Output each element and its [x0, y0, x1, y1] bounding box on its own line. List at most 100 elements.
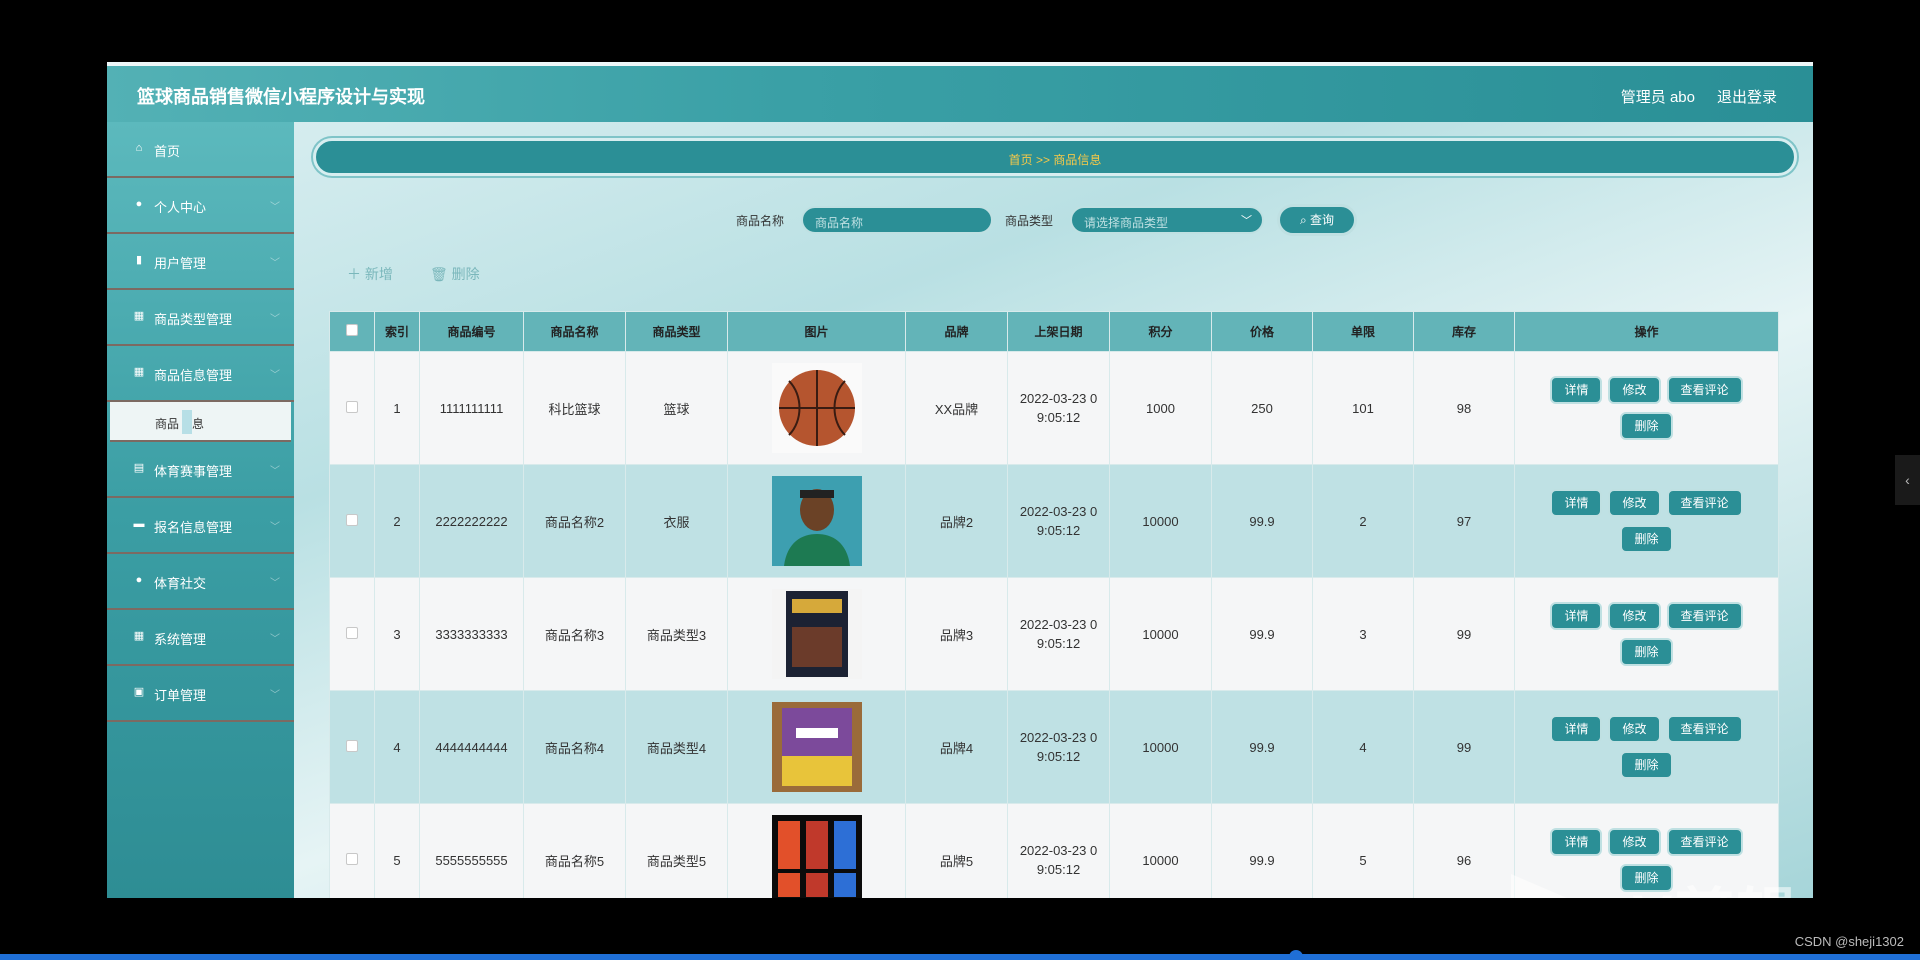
view-comments-button[interactable]: 查看评论	[1666, 602, 1743, 630]
grid-icon: ▦	[133, 310, 145, 322]
search-button[interactable]: ⌕ 查询	[1277, 204, 1357, 236]
brand-cell: 品牌4	[905, 690, 1008, 804]
sidebar-item-label: 商品类型管理	[154, 312, 233, 327]
index-cell: 5	[374, 803, 420, 898]
time-line: 9:05:12	[1036, 862, 1081, 877]
row-select[interactable]	[329, 464, 375, 578]
sidebar-item-system[interactable]: ▦ 系统管理 ﹀	[107, 610, 294, 666]
book-cover-image	[771, 702, 862, 792]
detail-button[interactable]: 详情	[1550, 828, 1603, 856]
points-cell: 10000	[1109, 690, 1212, 804]
delete-button[interactable]: 删除	[1620, 751, 1673, 779]
product-code-cell: 1111111111	[419, 351, 524, 465]
view-comments-button[interactable]: 查看评论	[1666, 489, 1743, 517]
table-header-row: 索引 商品编号 商品名称 商品类型 图片 品牌 上架日期 积分 价格 单限 库存…	[329, 311, 1779, 352]
checkbox[interactable]	[346, 626, 358, 639]
checkbox[interactable]	[346, 400, 358, 413]
checkbox[interactable]	[346, 513, 358, 526]
sidebar-item-registration[interactable]: ▬ 报名信息管理 ﹀	[107, 498, 294, 554]
sidebar-item-sports-social[interactable]: ● 体育社交 ﹀	[107, 554, 294, 610]
checkbox[interactable]	[346, 324, 358, 336]
view-comments-button[interactable]: 查看评论	[1666, 376, 1743, 404]
sidebar-item-label: 首页	[154, 144, 181, 159]
sidebar-item-label: 用户管理	[154, 256, 207, 271]
sidebar-subitem-product-info[interactable]: 商品 息	[110, 402, 291, 442]
product-code-cell: 2222222222	[419, 464, 524, 578]
product-type-cell: 商品类型4	[625, 690, 728, 804]
product-type-select[interactable]: 请选择商品类型 ﹀	[1070, 206, 1264, 234]
stock-cell: 99	[1413, 690, 1515, 804]
edit-button[interactable]: 修改	[1608, 828, 1661, 856]
view-comments-button[interactable]: 查看评论	[1666, 828, 1743, 856]
delete-button[interactable]: 删除	[1620, 638, 1673, 666]
operations-cell: 详情 修改 查看评论删除	[1514, 464, 1779, 578]
date-line: 2022-03-23 0	[1019, 504, 1098, 519]
video-frame: { "header": { "title": "篮球商品销售微信小程序设计与实现…	[0, 0, 1920, 960]
table-row: 1 1111111111 科比篮球 篮球 XX品牌 2022-03-23 0 9:05:12…	[329, 351, 1779, 465]
logout-link[interactable]: 退出登录	[1717, 86, 1777, 107]
column-header: 商品类型	[625, 311, 728, 352]
trash-icon: 🗑	[430, 266, 448, 282]
limit-cell: 2	[1312, 464, 1414, 578]
column-header: 图片	[727, 311, 906, 352]
price-cell: 250	[1211, 351, 1313, 465]
edit-button[interactable]: 修改	[1608, 376, 1661, 404]
date-line: 2022-03-23 0	[1019, 730, 1098, 745]
edit-button[interactable]: 修改	[1608, 489, 1661, 517]
sidebar-item-home[interactable]: ⌂ 首页	[107, 122, 294, 178]
sidebar-item-user-management[interactable]: ▮ 用户管理 ﹀	[107, 234, 294, 290]
index-cell: 3	[374, 577, 420, 691]
sidebar-item-label: 体育社交	[154, 576, 207, 591]
row-select[interactable]	[329, 690, 375, 804]
brand-cell: 品牌3	[905, 577, 1008, 691]
checkbox[interactable]	[346, 739, 358, 752]
lock-icon: ▣	[133, 686, 145, 698]
product-type-placeholder: 请选择商品类型	[1084, 216, 1169, 230]
row-select[interactable]	[329, 577, 375, 691]
sidebar-item-orders[interactable]: ▣ 订单管理 ﹀	[107, 666, 294, 722]
listing-date-cell: 2022-03-23 0 9:05:12	[1007, 577, 1110, 691]
breadcrumb-text[interactable]: 首页 >> 商品信息	[1009, 151, 1102, 168]
detail-button[interactable]: 详情	[1550, 376, 1603, 404]
sidebar-item-product-info-management[interactable]: ▦ 商品信息管理 ﹀	[107, 346, 294, 402]
sidebar-item-label: 体育赛事管理	[154, 464, 233, 479]
limit-cell: 4	[1312, 690, 1414, 804]
jersey-image	[771, 815, 862, 898]
product-code-cell: 4444444444	[419, 690, 524, 804]
submenu-label-part1: 商品	[155, 417, 180, 431]
product-code-cell: 5555555555	[419, 803, 524, 898]
watermark-text: eV剪辑	[1597, 868, 1798, 898]
detail-button[interactable]: 详情	[1550, 715, 1603, 743]
video-progress-handle[interactable]	[1289, 950, 1303, 960]
delete-button[interactable]: 删除	[1620, 525, 1673, 553]
sidebar-item-product-type-management[interactable]: ▦ 商品类型管理 ﹀	[107, 290, 294, 346]
detail-button[interactable]: 详情	[1550, 489, 1603, 517]
product-name-cell: 商品名称4	[523, 690, 626, 804]
edit-button[interactable]: 修改	[1608, 715, 1661, 743]
checkbox[interactable]	[346, 852, 358, 865]
header-select-all[interactable]	[329, 311, 375, 352]
date-line: 2022-03-23 0	[1019, 617, 1098, 632]
add-button[interactable]: ＋ 新增	[347, 264, 393, 284]
delete-selected-button[interactable]: 🗑 删除	[430, 264, 480, 284]
clipboard-icon: ▤	[133, 462, 145, 474]
stock-cell: 97	[1413, 464, 1515, 578]
collapse-side-panel-button[interactable]: ‹	[1895, 455, 1920, 505]
sidebar-item-label: 订单管理	[154, 688, 207, 703]
chevron-down-icon: ﹀	[270, 314, 280, 325]
edit-button[interactable]: 修改	[1608, 602, 1661, 630]
user-icon: ●	[135, 574, 143, 586]
delete-button[interactable]: 删除	[1620, 412, 1673, 440]
sidebar-item-sports-events[interactable]: ▤ 体育赛事管理 ﹀	[107, 442, 294, 498]
view-comments-button[interactable]: 查看评论	[1666, 715, 1743, 743]
detail-button[interactable]: 详情	[1550, 602, 1603, 630]
sidebar: ⌂ 首页 ● 个人中心 ﹀ ▮ 用户管理 ﹀ ▦ 商品类型管理 ﹀ ▦ 商品信息…	[107, 122, 294, 898]
chevron-left-icon: ‹	[1905, 472, 1910, 488]
grid-icon: ▦	[133, 366, 145, 378]
points-cell: 10000	[1109, 577, 1212, 691]
row-select[interactable]	[329, 803, 375, 898]
column-header: 索引	[374, 311, 420, 352]
video-progress-bar[interactable]	[0, 954, 1920, 960]
row-select[interactable]	[329, 351, 375, 465]
product-name-input[interactable]: 商品名称	[801, 206, 993, 234]
